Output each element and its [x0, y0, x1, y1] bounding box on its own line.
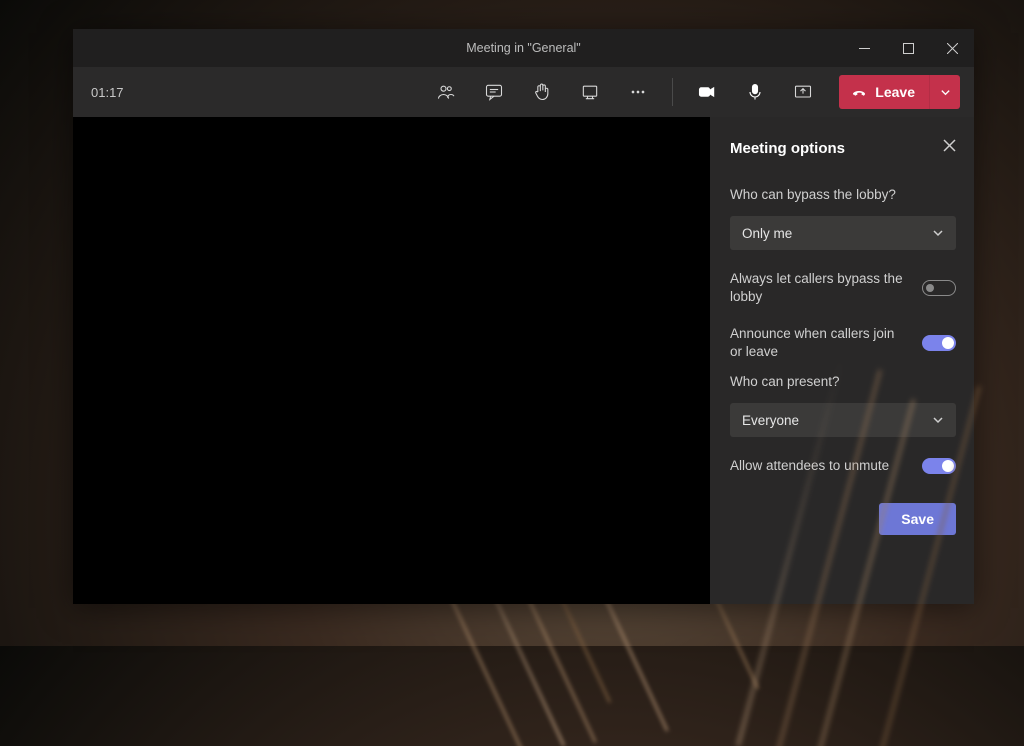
bypass-lobby-select[interactable]: Only me	[730, 216, 956, 250]
bypass-lobby-value: Only me	[742, 226, 792, 241]
save-label: Save	[901, 511, 934, 527]
callers-bypass-label: Always let callers bypass the lobby	[730, 270, 910, 305]
raise-hand-icon[interactable]	[522, 72, 562, 112]
call-timer: 01:17	[91, 85, 124, 100]
microphone-icon[interactable]	[735, 72, 775, 112]
leave-button[interactable]: Leave	[839, 75, 930, 109]
close-button[interactable]	[930, 29, 974, 67]
panel-title: Meeting options	[730, 140, 943, 157]
bypass-lobby-label: Who can bypass the lobby?	[730, 187, 956, 202]
minimize-button[interactable]	[842, 29, 886, 67]
meeting-options-panel: Meeting options Who can bypass the lobby…	[710, 117, 974, 604]
share-screen-icon[interactable]	[783, 72, 823, 112]
content-area: Meeting options Who can bypass the lobby…	[73, 117, 974, 604]
unmute-label: Allow attendees to unmute	[730, 457, 910, 475]
announce-toggle[interactable]	[922, 335, 956, 351]
present-value: Everyone	[742, 413, 799, 428]
unmute-toggle[interactable]	[922, 458, 956, 474]
chevron-down-icon	[932, 414, 944, 426]
callers-bypass-toggle[interactable]	[922, 280, 956, 296]
video-canvas	[73, 117, 710, 604]
present-label: Who can present?	[730, 374, 956, 389]
save-button[interactable]: Save	[879, 503, 956, 535]
titlebar: Meeting in "General"	[73, 29, 974, 67]
more-actions-icon[interactable]	[618, 72, 658, 112]
leave-button-group: Leave	[839, 75, 960, 109]
announce-label: Announce when callers join or leave	[730, 325, 910, 360]
chevron-down-icon	[932, 227, 944, 239]
window-controls	[842, 29, 974, 67]
leave-options-button[interactable]	[930, 75, 960, 109]
chat-icon[interactable]	[474, 72, 514, 112]
meeting-toolbar: 01:17 Leave	[73, 67, 974, 117]
toolbar-separator	[672, 78, 673, 106]
window-title: Meeting in "General"	[466, 41, 581, 55]
maximize-button[interactable]	[886, 29, 930, 67]
rooms-icon[interactable]	[570, 72, 610, 112]
present-select[interactable]: Everyone	[730, 403, 956, 437]
close-panel-button[interactable]	[943, 139, 956, 157]
camera-icon[interactable]	[687, 72, 727, 112]
meeting-window: Meeting in "General" 01:17	[73, 29, 974, 604]
leave-label: Leave	[875, 84, 915, 100]
people-icon[interactable]	[426, 72, 466, 112]
